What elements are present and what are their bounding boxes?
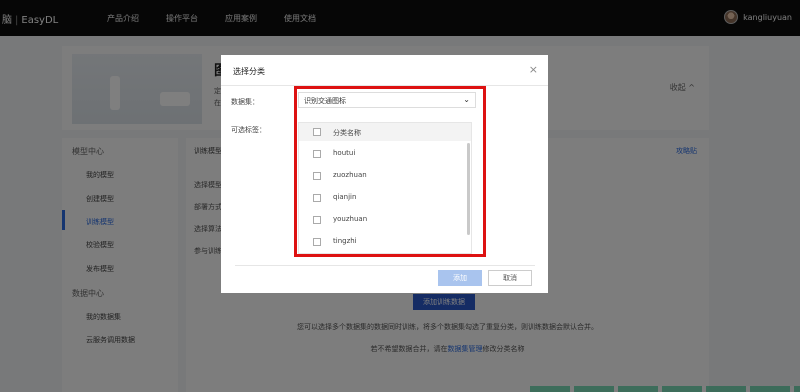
dialog-title: 选择分类 — [233, 67, 265, 76]
add-button[interactable]: 添加 — [438, 270, 482, 286]
dialog-footer-divider — [235, 265, 535, 266]
close-icon[interactable]: × — [529, 63, 538, 76]
cancel-button[interactable]: 取消 — [488, 270, 532, 286]
dataset-label: 数据集： — [231, 98, 259, 106]
highlight-annotation-box — [294, 86, 486, 257]
tags-label: 可选标签： — [231, 126, 266, 134]
